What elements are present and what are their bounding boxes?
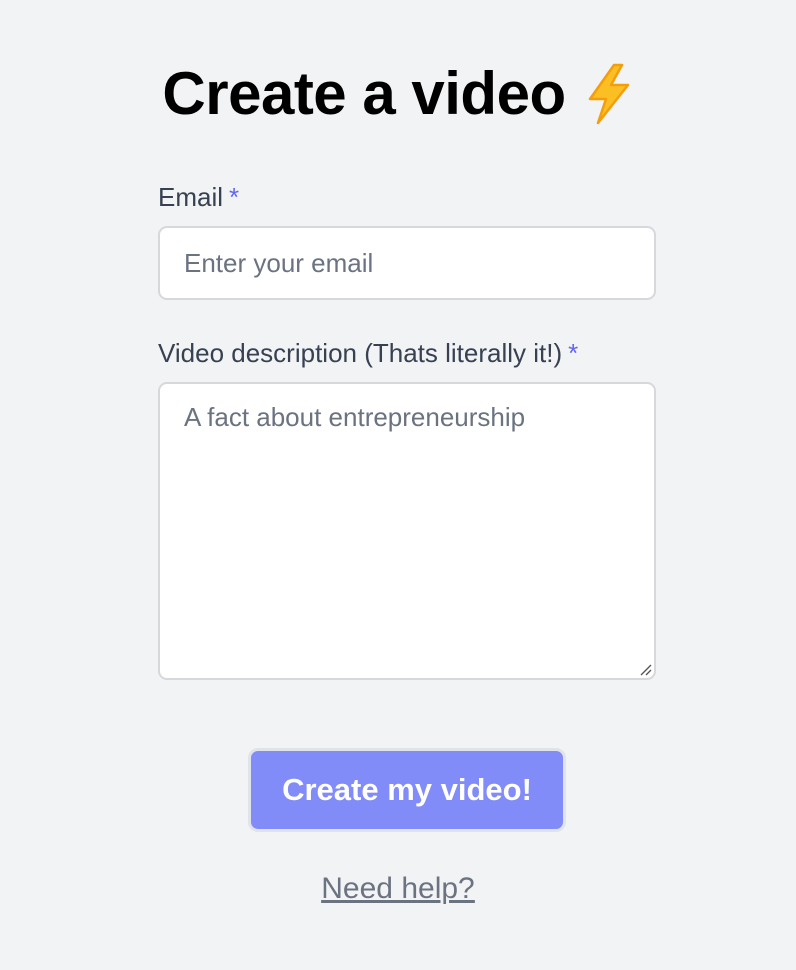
page-header: Create a video bbox=[0, 58, 796, 130]
help-link-container: Need help? bbox=[0, 868, 796, 910]
email-input[interactable] bbox=[158, 226, 656, 300]
description-required-marker: * bbox=[568, 338, 579, 368]
email-field-group: Email * bbox=[158, 182, 656, 300]
description-field-group: Video description (Thats literally it!) * bbox=[158, 338, 656, 680]
email-label: Email * bbox=[158, 182, 656, 212]
need-help-link[interactable]: Need help? bbox=[321, 872, 474, 905]
page-title: Create a video bbox=[162, 60, 566, 127]
description-label-text: Video description (Thats literally it!) bbox=[158, 338, 563, 368]
lightning-bolt-icon bbox=[584, 63, 634, 125]
description-textarea[interactable] bbox=[158, 382, 656, 680]
description-label: Video description (Thats literally it!) * bbox=[158, 338, 656, 368]
resize-handle-icon[interactable] bbox=[638, 662, 652, 676]
email-label-text: Email bbox=[158, 182, 224, 212]
email-required-marker: * bbox=[229, 182, 240, 212]
create-video-button[interactable]: Create my video! bbox=[248, 748, 566, 832]
description-textarea-wrapper bbox=[158, 382, 656, 680]
